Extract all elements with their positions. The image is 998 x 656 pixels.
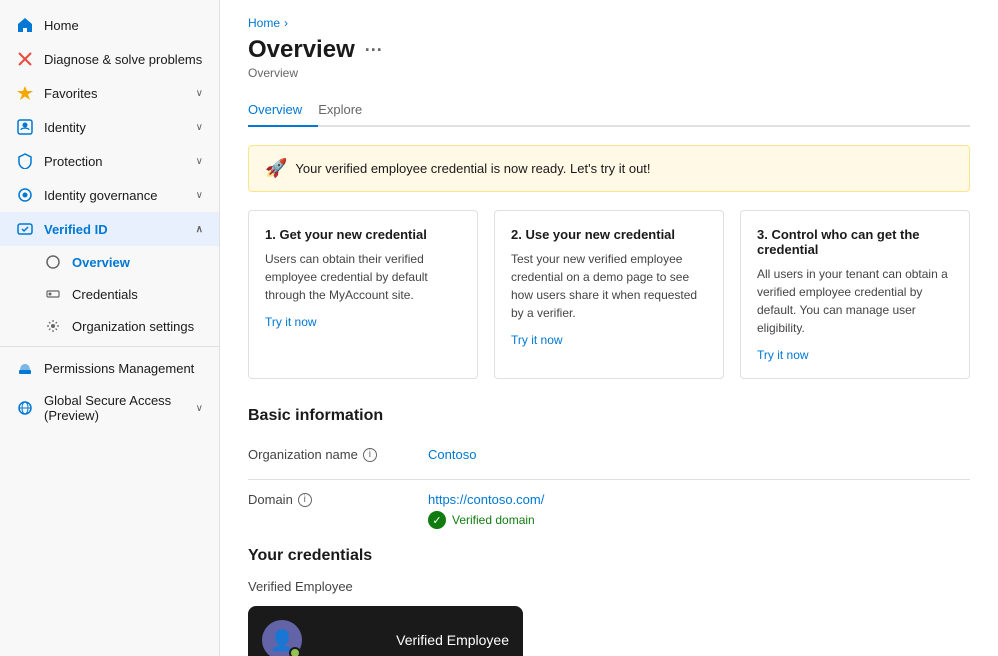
basic-info-section: Basic information Organization name i Co…	[248, 407, 970, 537]
card-3: 3. Control who can get the credential Al…	[740, 210, 970, 379]
sidebar-sub-overview-label: Overview	[72, 255, 130, 270]
sidebar-item-permissions[interactable]: Permissions Management	[0, 351, 219, 385]
global-icon	[16, 399, 34, 417]
sidebar-item-identity-label: Identity	[44, 120, 86, 135]
banner-icon: 🚀	[265, 158, 287, 179]
card-2-link[interactable]: Try it now	[511, 333, 563, 347]
sidebar-item-protection-label: Protection	[44, 154, 103, 169]
card-1: 1. Get your new credential Users can obt…	[248, 210, 478, 379]
sidebar-sub-credentials-label: Credentials	[72, 287, 138, 302]
tabs-container: Overview Explore	[248, 94, 970, 127]
home-icon	[16, 16, 34, 34]
cards-container: 1. Get your new credential Users can obt…	[248, 210, 970, 379]
credential-online-dot	[289, 647, 301, 656]
org-name-label: Organization name i	[248, 447, 428, 462]
tab-overview[interactable]: Overview	[248, 94, 318, 127]
main-content: Home › Overview ··· Overview Overview Ex…	[220, 0, 998, 656]
sidebar-sub-org-settings[interactable]: Organization settings	[0, 310, 219, 342]
sidebar-item-verified-id-label: Verified ID	[44, 222, 108, 237]
breadcrumb: Home ›	[248, 16, 970, 30]
sidebar-item-favorites-label: Favorites	[44, 86, 97, 101]
org-name-value[interactable]: Contoso	[428, 447, 476, 462]
sidebar-item-diagnose-label: Diagnose & solve problems	[44, 52, 202, 67]
sidebar-item-home[interactable]: Home	[0, 8, 219, 42]
sidebar-item-protection[interactable]: Protection ∨	[0, 144, 219, 178]
diagnose-icon	[16, 50, 34, 68]
protection-icon	[16, 152, 34, 170]
tab-explore[interactable]: Explore	[318, 94, 378, 127]
credential-card: 👤 Verified Employee Contoso	[248, 606, 523, 656]
sidebar-item-diagnose[interactable]: Diagnose & solve problems	[0, 42, 219, 76]
org-name-row: Organization name i Contoso	[248, 439, 970, 475]
sidebar-item-identity-governance[interactable]: Identity governance ∨	[0, 178, 219, 212]
banner: 🚀 Your verified employee credential is n…	[248, 145, 970, 192]
breadcrumb-separator: ›	[284, 16, 288, 30]
identity-icon	[16, 118, 34, 136]
sidebar-sub-overview[interactable]: Overview	[0, 246, 219, 278]
sidebar-sub-org-settings-label: Organization settings	[72, 319, 194, 334]
basic-info-title: Basic information	[248, 407, 970, 425]
credentials-subtitle: Verified Employee	[248, 579, 970, 594]
credentials-title: Your credentials	[248, 547, 970, 565]
governance-chevron: ∨	[196, 190, 203, 201]
domain-link[interactable]: https://contoso.com/	[428, 492, 544, 507]
domain-value-block: https://contoso.com/ ✓ Verified domain	[428, 492, 544, 529]
verified-check-icon: ✓	[428, 511, 446, 529]
card-2: 2. Use your new credential Test your new…	[494, 210, 724, 379]
domain-info-icon: i	[298, 493, 312, 507]
sidebar-sub-credentials[interactable]: Credentials	[0, 278, 219, 310]
card-3-title: 3. Control who can get the credential	[757, 227, 953, 257]
verified-text: Verified domain	[452, 513, 535, 527]
favorites-chevron: ∨	[196, 88, 203, 99]
domain-row: Domain i https://contoso.com/ ✓ Verified…	[248, 484, 970, 537]
sidebar-item-verified-id[interactable]: Verified ID ∧	[0, 212, 219, 246]
org-settings-icon	[44, 317, 62, 335]
domain-label: Domain i	[248, 492, 428, 507]
global-chevron: ∨	[196, 403, 203, 414]
breadcrumb-home[interactable]: Home	[248, 16, 280, 30]
credentials-section: Your credentials Verified Employee 👤 Ver…	[248, 547, 970, 656]
identity-chevron: ∨	[196, 122, 203, 133]
protection-chevron: ∨	[196, 156, 203, 167]
permissions-icon	[16, 359, 34, 377]
card-2-title: 2. Use your new credential	[511, 227, 707, 242]
banner-text: Your verified employee credential is now…	[295, 161, 650, 176]
credential-card-title: Verified Employee	[396, 632, 509, 648]
card-3-link[interactable]: Try it now	[757, 348, 809, 362]
sidebar-item-home-label: Home	[44, 18, 79, 33]
credentials-icon	[44, 285, 62, 303]
sidebar-item-governance-label: Identity governance	[44, 188, 157, 203]
ellipsis-button[interactable]: ···	[365, 40, 383, 61]
sidebar: Home Diagnose & solve problems Favorites…	[0, 0, 220, 656]
sidebar-divider	[0, 346, 219, 347]
favorites-icon	[16, 84, 34, 102]
sidebar-item-permissions-label: Permissions Management	[44, 361, 194, 376]
sidebar-item-identity[interactable]: Identity ∨	[0, 110, 219, 144]
governance-icon	[16, 186, 34, 204]
card-1-link[interactable]: Try it now	[265, 315, 317, 329]
sidebar-item-global-label: Global Secure Access (Preview)	[44, 393, 186, 423]
info-divider-1	[248, 479, 970, 480]
verified-badge: ✓ Verified domain	[428, 511, 544, 529]
credential-avatar: 👤	[262, 620, 302, 656]
card-1-title: 1. Get your new credential	[265, 227, 461, 242]
page-subtitle: Overview	[248, 66, 970, 80]
org-info-icon: i	[363, 448, 377, 462]
page-title-text: Overview	[248, 36, 355, 64]
verified-id-icon	[16, 220, 34, 238]
card-2-body: Test your new verified employee credenti…	[511, 250, 707, 322]
sidebar-item-favorites[interactable]: Favorites ∨	[0, 76, 219, 110]
page-title: Overview ···	[248, 36, 970, 64]
overview-icon	[44, 253, 62, 271]
card-1-body: Users can obtain their verified employee…	[265, 250, 461, 304]
card-3-body: All users in your tenant can obtain a ve…	[757, 265, 953, 337]
verified-id-chevron: ∧	[196, 224, 203, 235]
sidebar-item-global-access[interactable]: Global Secure Access (Preview) ∨	[0, 385, 219, 431]
